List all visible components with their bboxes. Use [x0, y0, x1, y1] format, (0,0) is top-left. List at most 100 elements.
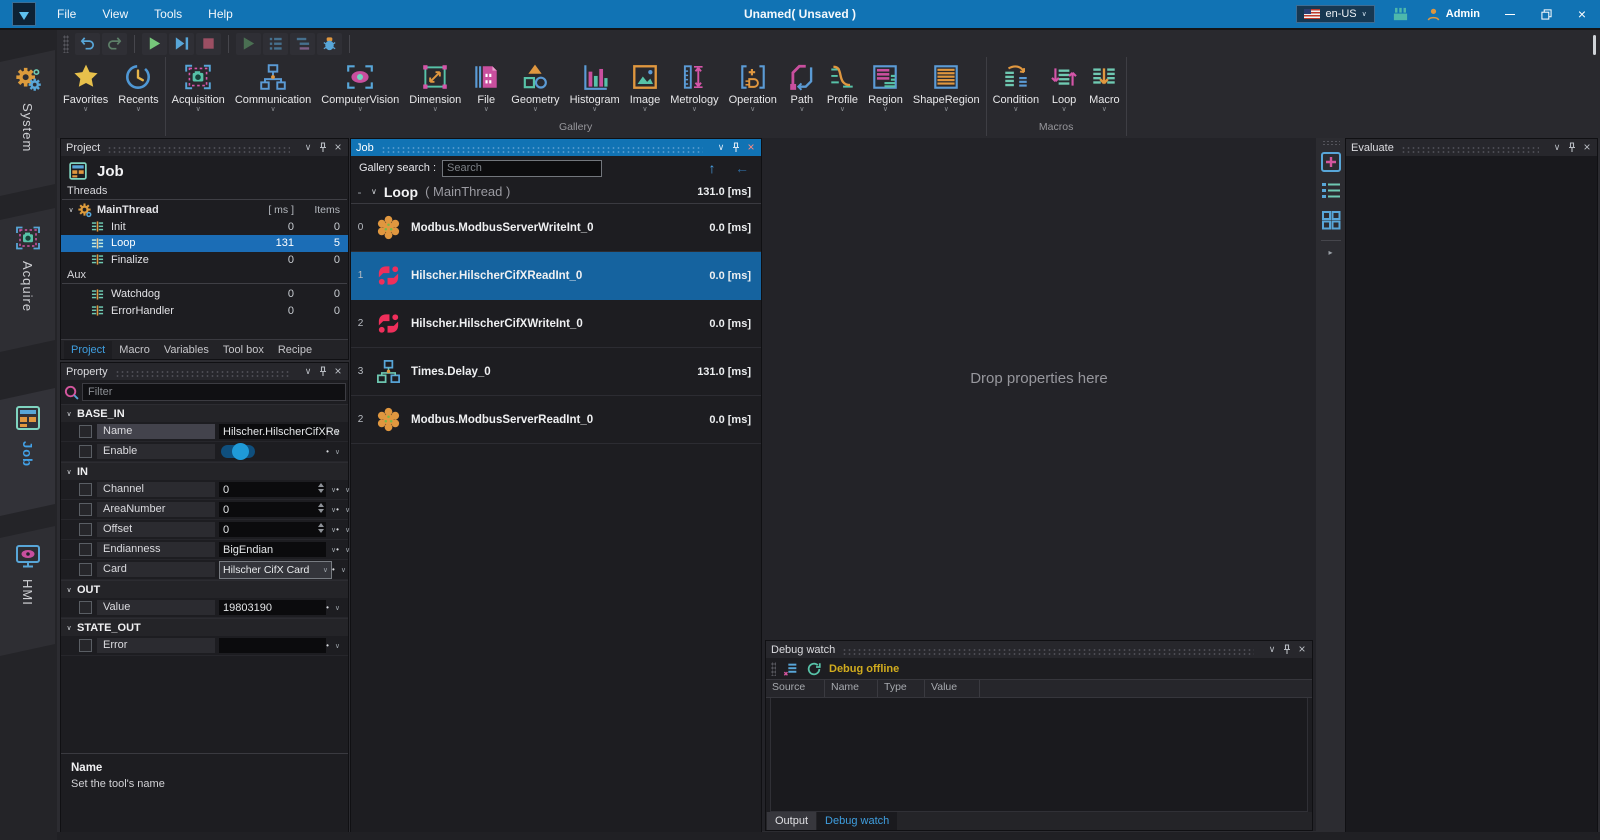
run-button[interactable]: [142, 33, 167, 55]
ribbon-item-geometry[interactable]: Geometry ∨: [506, 57, 564, 121]
chevron-down-icon[interactable]: ∨: [341, 566, 346, 574]
property-checkbox[interactable]: [79, 483, 92, 496]
menu-help[interactable]: Help: [195, 0, 246, 28]
undo-button[interactable]: [75, 33, 100, 55]
column-name[interactable]: Name: [825, 680, 878, 697]
value-field[interactable]: 19803190: [219, 600, 326, 615]
ribbon-item-file[interactable]: File ∨: [466, 57, 506, 121]
property-row-channel[interactable]: Channel 0∨ •∨: [61, 480, 348, 500]
section-base-in[interactable]: ∨BASE_IN: [61, 404, 348, 422]
tab-recipe[interactable]: Recipe: [271, 341, 319, 359]
move-up-button[interactable]: ↑: [701, 159, 723, 177]
offset-stepper[interactable]: 0: [219, 522, 326, 537]
job-item-row[interactable]: 3 Times.Delay_0 131.0 [ms]: [351, 348, 761, 396]
close-icon[interactable]: ×: [1297, 641, 1307, 658]
job-item-row[interactable]: 2 Hilscher.HilscherCifXWriteInt_0 0.0 [m…: [351, 300, 761, 348]
list-view-button[interactable]: [1319, 179, 1343, 203]
ribbon-item-path[interactable]: Path ∨: [782, 57, 822, 121]
toolbar-grip[interactable]: [63, 35, 69, 53]
bullet-icon[interactable]: •: [336, 525, 339, 534]
column-type[interactable]: Type: [878, 680, 925, 697]
endianness-select[interactable]: BigEndian: [219, 542, 326, 557]
panel-menu-chevron-icon[interactable]: ∨: [1552, 139, 1562, 156]
panel-menu-chevron-icon[interactable]: ∨: [1267, 641, 1277, 658]
section-out[interactable]: ∨OUT: [61, 580, 348, 598]
bullet-icon[interactable]: •: [326, 447, 329, 456]
bullet-icon[interactable]: •: [336, 485, 339, 494]
ribbon-item-computervision[interactable]: ComputerVision ∨: [316, 57, 404, 121]
chevron-down-icon[interactable]: ∨: [335, 604, 340, 612]
navigate-back-button[interactable]: ←: [731, 159, 753, 177]
tab-output[interactable]: Output: [767, 812, 816, 830]
property-checkbox[interactable]: [79, 543, 92, 556]
bullet-icon[interactable]: •: [336, 545, 339, 554]
language-selector[interactable]: en-US ∨: [1296, 5, 1374, 23]
pin-icon[interactable]: [1568, 142, 1576, 153]
ribbon-item-metrology[interactable]: Metrology ∨: [665, 57, 723, 121]
tab-toolbox[interactable]: Tool box: [216, 341, 271, 359]
spinner-icon[interactable]: [318, 483, 324, 493]
channel-stepper[interactable]: 0: [219, 482, 326, 497]
panel-drag-texture[interactable]: [1401, 146, 1539, 153]
evaluate-body[interactable]: [1346, 156, 1597, 832]
watch-table-body[interactable]: [770, 698, 1308, 812]
run-once-button[interactable]: [236, 33, 261, 55]
thread-row-init[interactable]: Init 0 0: [61, 219, 348, 236]
sidebar-tab-acquire[interactable]: Acquire: [0, 208, 55, 352]
property-label[interactable]: Card: [97, 562, 215, 577]
chevron-down-icon[interactable]: ∨: [335, 642, 340, 650]
tab-debug-watch[interactable]: Debug watch: [817, 812, 897, 830]
property-checkbox[interactable]: [79, 445, 92, 458]
property-row-endianness[interactable]: Endianness BigEndian∨ •∨: [61, 540, 348, 560]
property-label[interactable]: Channel: [97, 482, 215, 497]
filter-input[interactable]: [82, 383, 346, 401]
ribbon-item-acquisition[interactable]: Acquisition ∨: [167, 57, 230, 121]
redo-button[interactable]: [102, 33, 127, 55]
pin-icon[interactable]: [1283, 644, 1291, 655]
card-select[interactable]: Hilscher CifX Card∨: [219, 561, 332, 579]
job-item-row[interactable]: 0 Modbus.ModbusServerWriteInt_0 0.0 [ms]: [351, 204, 761, 252]
property-row-value[interactable]: Value 19803190 •∨: [61, 598, 348, 618]
property-label[interactable]: Enable: [97, 444, 215, 459]
areanumber-stepper[interactable]: 0: [219, 502, 326, 517]
ribbon-item-loop[interactable]: Loop ∨: [1044, 57, 1084, 121]
bullet-icon[interactable]: •: [336, 505, 339, 514]
property-checkbox[interactable]: [79, 601, 92, 614]
section-state-out[interactable]: ∨STATE_OUT: [61, 618, 348, 636]
enable-toggle[interactable]: [221, 445, 255, 458]
thread-row-finalize[interactable]: Finalize 0 0: [61, 252, 348, 269]
aux-row-errorhandler[interactable]: ErrorHandler 0 0: [61, 303, 348, 320]
ribbon-scroll-thumb[interactable]: [1593, 35, 1596, 55]
property-row-card[interactable]: Card Hilscher CifX Card∨ •∨: [61, 560, 348, 580]
close-button[interactable]: ×: [1564, 0, 1600, 28]
close-icon[interactable]: ×: [333, 139, 343, 156]
collapse-arrow-icon[interactable]: ▸: [1328, 248, 1332, 257]
thread-mainthread-row[interactable]: ∨ MainThread [ ms ] Items: [61, 202, 348, 219]
thread-row-loop[interactable]: Loop 131 5: [61, 235, 348, 252]
name-value-field[interactable]: Hilscher.HilscherCifXRe: [219, 424, 326, 439]
panel-drag-texture[interactable]: [115, 370, 290, 377]
toolbar-grip[interactable]: [771, 662, 776, 676]
menu-tools[interactable]: Tools: [141, 0, 195, 28]
spinner-icon[interactable]: [318, 523, 324, 533]
column-value[interactable]: Value: [925, 680, 980, 697]
ribbon-item-dimension[interactable]: Dimension ∨: [404, 57, 466, 121]
job-item-row[interactable]: 2 Modbus.ModbusServerReadInt_0 0.0 [ms]: [351, 396, 761, 444]
remove-watch-icon[interactable]: [783, 661, 799, 677]
tab-macro[interactable]: Macro: [112, 341, 157, 359]
ribbon-item-recents[interactable]: Recents ∨: [113, 57, 163, 121]
property-row-areanumber[interactable]: AreaNumber 0∨ •∨: [61, 500, 348, 520]
step-into-button[interactable]: [263, 33, 288, 55]
property-label[interactable]: Offset: [97, 522, 215, 537]
debug-button[interactable]: [317, 33, 342, 55]
add-evaluation-button[interactable]: [1319, 150, 1343, 174]
stop-button[interactable]: [196, 33, 221, 55]
property-label[interactable]: Endianness: [97, 542, 215, 557]
property-checkbox[interactable]: [79, 563, 92, 576]
refresh-icon[interactable]: [806, 661, 822, 677]
section-in[interactable]: ∨IN: [61, 462, 348, 480]
tab-variables[interactable]: Variables: [157, 341, 216, 359]
ribbon-item-operation[interactable]: Operation ∨: [724, 57, 782, 121]
device-connector-icon[interactable]: [1391, 6, 1410, 23]
property-checkbox[interactable]: [79, 503, 92, 516]
